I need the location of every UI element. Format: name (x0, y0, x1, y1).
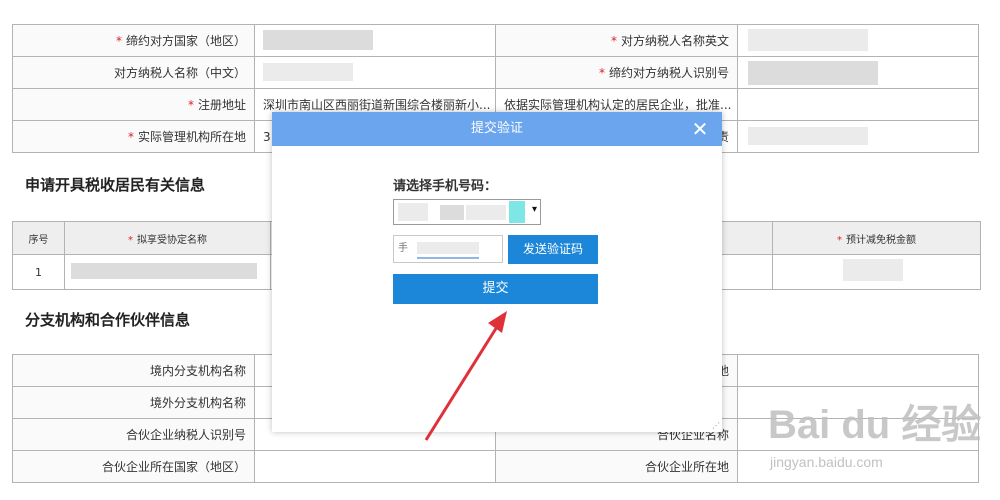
watermark-url: jingyan.baidu.com (770, 454, 883, 470)
baidu-watermark: Bai du 经验 jingyan.baidu.com (768, 392, 988, 482)
watermark-logo: Bai du 经验 (768, 403, 982, 447)
